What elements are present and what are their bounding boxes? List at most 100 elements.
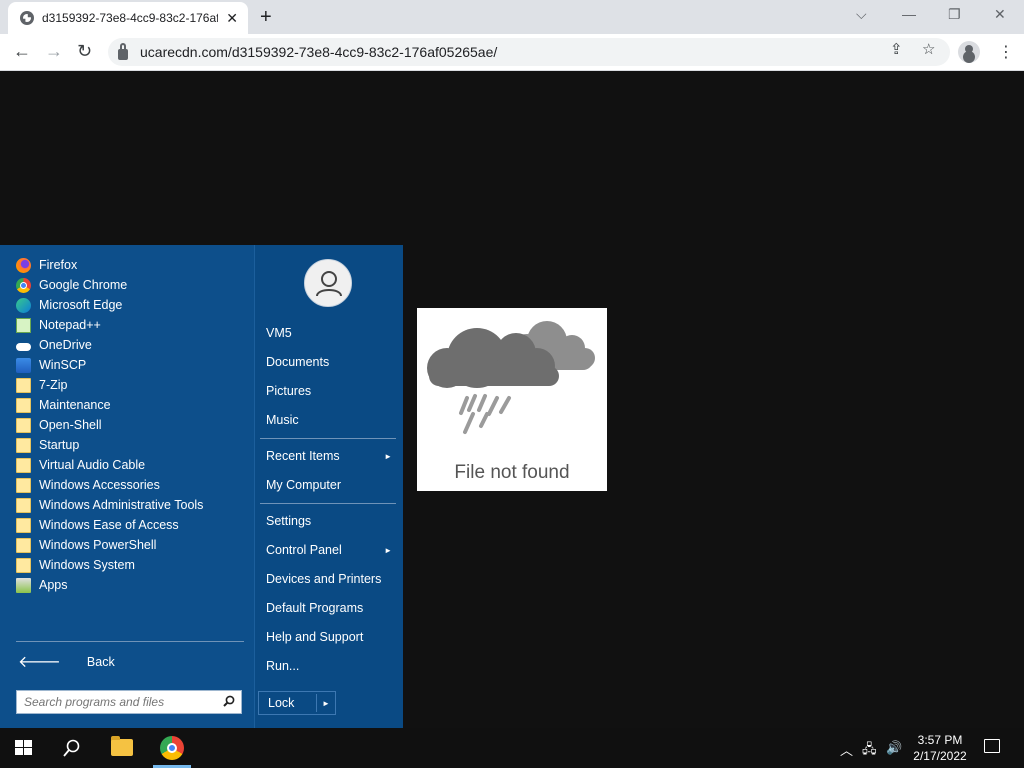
restore-button[interactable]: ❐ (948, 6, 961, 23)
new-tab-button[interactable]: + (260, 6, 272, 29)
file-not-found-text: File not found (454, 462, 570, 483)
rain-cloud-icon (427, 321, 595, 434)
start-place-item[interactable]: Run... (266, 656, 396, 676)
share-icon[interactable]: ⇪ (890, 40, 903, 58)
start-place-item[interactable]: Recent Items ► (266, 446, 396, 466)
start-place-label: Pictures (266, 384, 312, 398)
start-place-item[interactable]: My Computer (266, 475, 396, 495)
forward-button[interactable]: → (45, 41, 63, 62)
program-label: Windows Accessories (39, 478, 160, 492)
network-icon[interactable]: 🖧 (862, 740, 877, 762)
profile-avatar-button[interactable] (958, 41, 980, 63)
lock-button[interactable]: Lock ► (258, 691, 336, 715)
volume-icon[interactable]: 🔊 (886, 740, 902, 756)
program-label: Startup (39, 438, 80, 452)
browser-menu-button[interactable]: ⋮ (998, 42, 1014, 62)
programs-separator (16, 641, 244, 642)
taskbar-clock[interactable]: 3:57 PM 2/17/2022 (910, 732, 970, 764)
folder-icon (16, 377, 31, 393)
start-place-label: My Computer (266, 478, 342, 492)
start-place-item[interactable]: Control Panel ► (266, 540, 396, 560)
program-item[interactable]: Maintenance (16, 395, 111, 415)
submenu-caret-icon: ► (384, 451, 392, 461)
tab-close-button[interactable]: ✕ (226, 10, 238, 27)
program-label: Windows System (39, 558, 135, 572)
program-item[interactable]: Windows Accessories (16, 475, 160, 495)
start-place-item[interactable]: Music (266, 410, 396, 430)
folder-icon (16, 497, 31, 513)
start-place-item[interactable]: VM5 (266, 323, 396, 343)
program-item[interactable]: Windows Ease of Access (16, 515, 179, 535)
lock-icon[interactable] (118, 42, 128, 60)
start-place-label: Settings (266, 514, 312, 528)
notifications-icon[interactable] (984, 739, 1000, 753)
user-avatar[interactable] (304, 259, 352, 307)
url-text[interactable]: ucarecdn.com/d3159392-73e8-4cc9-83c2-176… (140, 44, 497, 60)
reload-button[interactable]: ↻ (77, 41, 92, 62)
folder-icon (16, 457, 31, 473)
folder-icon (16, 557, 31, 573)
program-item[interactable]: Virtual Audio Cable (16, 455, 145, 475)
program-item[interactable]: Google Chrome (16, 275, 127, 295)
places-separator-1 (260, 438, 396, 439)
start-place-label: Control Panel (266, 543, 342, 557)
start-place-item[interactable]: Help and Support (266, 627, 396, 647)
back-button[interactable]: ← (13, 41, 31, 62)
start-search-box[interactable] (16, 690, 242, 714)
start-search-input[interactable] (24, 695, 216, 709)
taskbar-search-icon[interactable] (63, 739, 81, 757)
notepad-icon (16, 317, 31, 333)
program-item[interactable]: OneDrive (16, 335, 92, 355)
taskbar-chrome-icon[interactable] (160, 736, 184, 760)
start-place-item[interactable]: Devices and Printers (266, 569, 396, 589)
program-item[interactable]: Windows System (16, 555, 135, 575)
program-item[interactable]: Windows PowerShell (16, 535, 156, 555)
start-place-item[interactable]: Default Programs (266, 598, 396, 618)
windows-start-icon[interactable] (15, 740, 33, 756)
lock-label: Lock (268, 696, 295, 710)
program-label: 7-Zip (39, 378, 68, 392)
bookmark-star-icon[interactable]: ☆ (922, 40, 935, 58)
program-item[interactable]: WinSCP (16, 355, 86, 375)
program-item[interactable]: Microsoft Edge (16, 295, 122, 315)
tray-chevron-icon[interactable]: ︿ (840, 740, 853, 759)
back-arrow-icon: 🡐 (18, 654, 61, 671)
places-separator-2 (260, 503, 396, 504)
folder-icon (16, 517, 31, 533)
program-item[interactable]: Notepad++ (16, 315, 101, 335)
start-place-item[interactable]: Pictures (266, 381, 396, 401)
close-window-button[interactable]: ✕ (994, 6, 1006, 23)
user-icon (316, 271, 342, 297)
start-place-label: Recent Items (266, 449, 340, 463)
program-item[interactable]: Apps (16, 575, 68, 595)
file-explorer-icon[interactable] (111, 736, 133, 756)
program-label: Notepad++ (39, 318, 101, 332)
tab-search-button[interactable]: ⌵ (856, 6, 867, 23)
program-label: Open-Shell (39, 418, 102, 432)
apps-icon (16, 577, 31, 593)
back-button[interactable]: 🡐 Back (18, 651, 115, 672)
firefox-icon (16, 257, 31, 273)
globe-icon (20, 11, 34, 25)
program-item[interactable]: 7-Zip (16, 375, 67, 395)
program-item[interactable]: Windows Administrative Tools (16, 495, 203, 515)
lock-options-caret-icon[interactable]: ► (322, 699, 330, 708)
address-bar[interactable]: ucarecdn.com/d3159392-73e8-4cc9-83c2-176… (108, 38, 950, 66)
folder-icon (16, 397, 31, 413)
browser-tab[interactable]: d3159392-73e8-4cc9-83c2-176af05265ae/ ✕ (8, 2, 248, 34)
program-label: Windows Ease of Access (39, 518, 179, 532)
program-item[interactable]: Firefox (16, 255, 77, 275)
start-place-item[interactable]: Settings (266, 511, 396, 531)
clock-time: 3:57 PM (917, 733, 963, 747)
program-item[interactable]: Open-Shell (16, 415, 102, 435)
program-label: WinSCP (39, 358, 87, 372)
program-label: Windows PowerShell (39, 538, 157, 552)
edge-icon (16, 297, 31, 313)
start-place-item[interactable]: Documents (266, 352, 396, 372)
browser-tab-strip: d3159392-73e8-4cc9-83c2-176af05265ae/ ✕ … (0, 0, 1024, 34)
search-icon[interactable] (223, 695, 235, 707)
program-label: Virtual Audio Cable (39, 458, 146, 472)
program-item[interactable]: Startup (16, 435, 79, 455)
minimize-button[interactable]: — (902, 6, 916, 22)
folder-icon (16, 477, 31, 493)
